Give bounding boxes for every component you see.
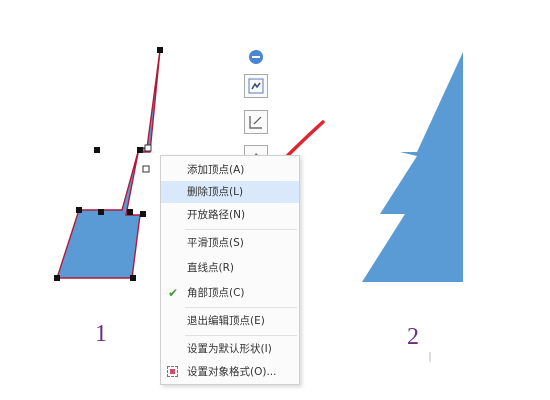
menu-item-exit-edit-vertex[interactable]: 退出编辑顶点(E) — [161, 310, 299, 332]
figure-label-2: 2 — [407, 324, 419, 350]
menu-item-label: 删除顶点(L) — [187, 186, 244, 198]
menu-item-label: 设置为默认形状(I) — [187, 343, 272, 355]
check-icon: ✔ — [168, 286, 179, 300]
tree-shape-editing[interactable] — [56, 49, 161, 279]
menu-item-label: 设置对象格式(O)... — [187, 366, 277, 378]
menu-item-label: 添加顶点(A) — [187, 164, 245, 176]
menu-item-label: 角部顶点(C) — [187, 287, 245, 299]
figure-label-1: 1 — [95, 321, 107, 347]
menu-item-label: 开放路径(N) — [187, 209, 246, 221]
crop-button[interactable] — [244, 110, 268, 134]
context-menu: 添加顶点(A) 删除顶点(L) 开放路径(N) 平滑顶点(S) 直线点(R) ✔… — [160, 155, 300, 385]
edit-shape-icon — [248, 78, 264, 94]
menu-item-set-default-shape[interactable]: 设置为默认形状(I) — [161, 338, 299, 360]
menu-separator — [185, 307, 297, 308]
menu-item-smooth-vertex[interactable]: 平滑顶点(S) — [161, 232, 299, 254]
tree-shape-result[interactable] — [362, 52, 463, 282]
menu-item-format-object[interactable]: 设置对象格式(O)... — [161, 361, 299, 383]
menu-separator — [185, 335, 297, 336]
menu-item-delete-vertex[interactable]: 删除顶点(L) — [161, 181, 299, 203]
menu-item-corner-vertex[interactable]: ✔ 角部顶点(C) — [161, 282, 299, 304]
menu-item-open-path[interactable]: 开放路径(N) — [161, 204, 299, 226]
menu-separator — [185, 229, 297, 230]
crop-icon — [249, 116, 262, 129]
menu-item-add-vertex[interactable]: 添加顶点(A) — [161, 159, 299, 181]
menu-item-label: 平滑顶点(S) — [187, 237, 244, 249]
menu-item-label: 直线点(R) — [187, 262, 234, 274]
menu-item-label: 退出编辑顶点(E) — [187, 315, 265, 327]
menu-item-straight-point[interactable]: 直线点(R) — [161, 257, 299, 279]
format-object-icon — [167, 366, 178, 377]
collapse-icon[interactable] — [249, 50, 263, 64]
edit-shape-button[interactable] — [244, 74, 268, 98]
